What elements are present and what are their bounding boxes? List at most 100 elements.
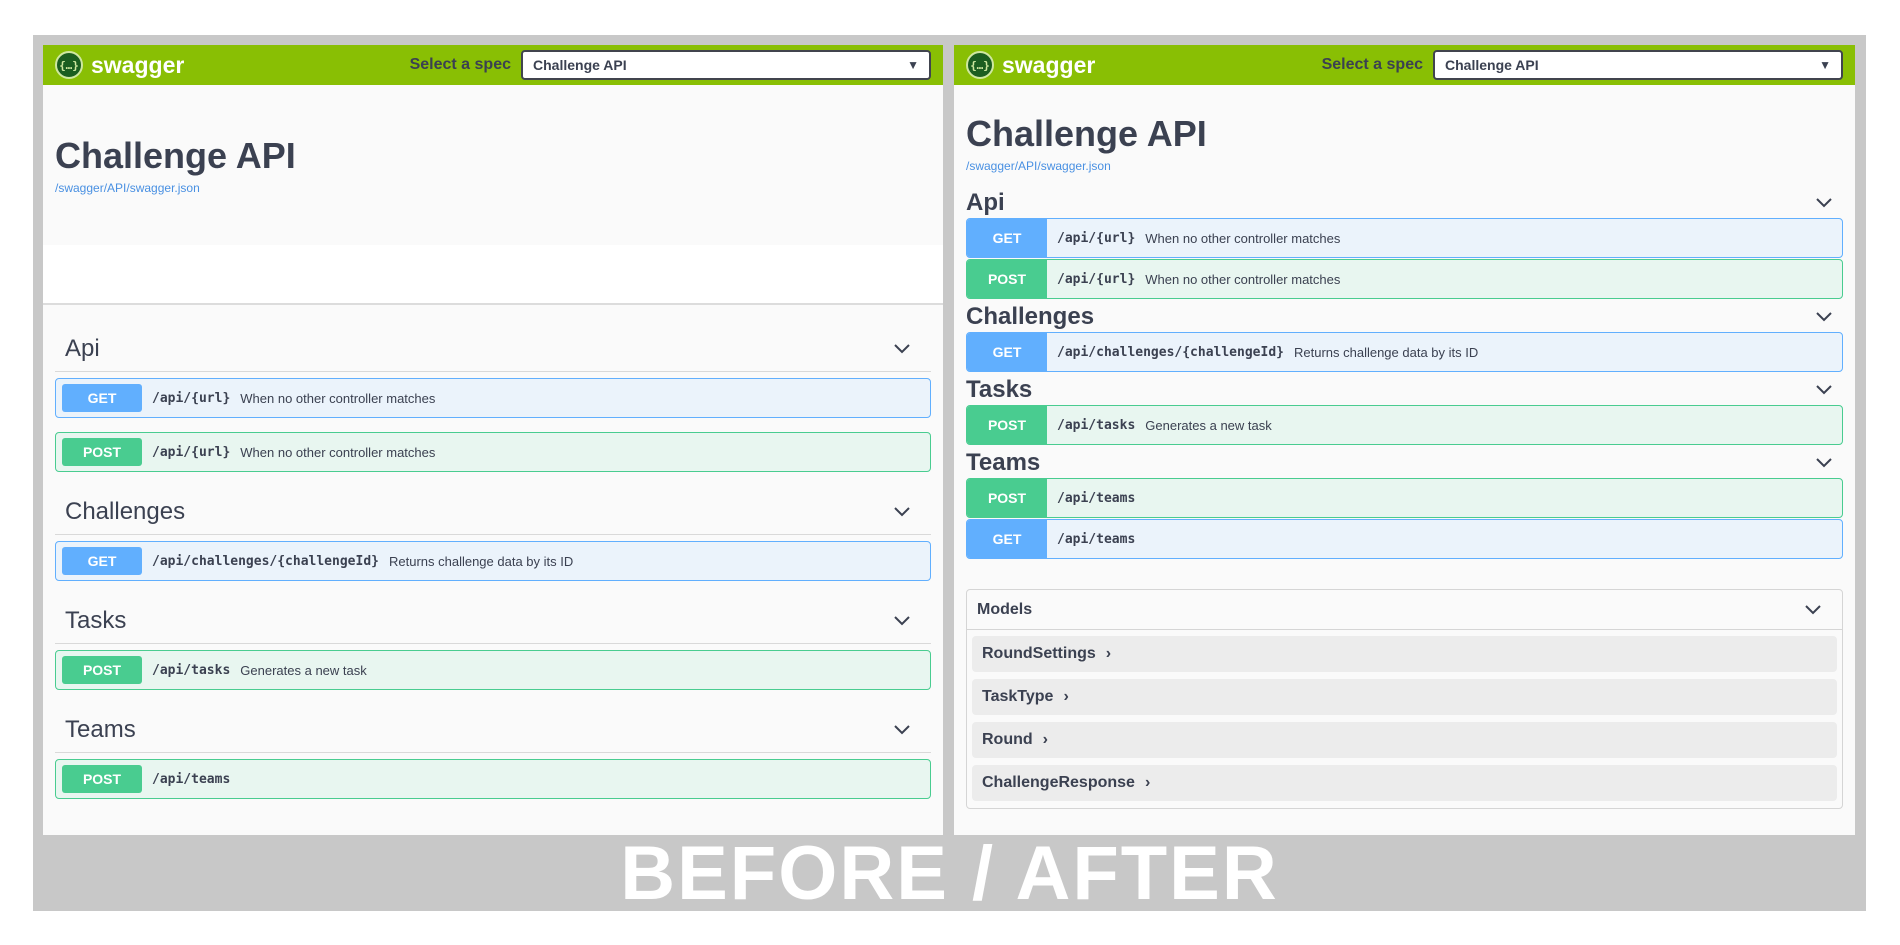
chevron-down-icon bbox=[1813, 192, 1835, 214]
chevron-down-icon bbox=[891, 719, 913, 741]
operation-row[interactable]: GET/api/teams bbox=[966, 519, 1843, 559]
operation-path: /api/{url} bbox=[152, 444, 231, 460]
tag-section-tasks[interactable]: Tasks bbox=[966, 372, 1843, 404]
chevron-right-icon: › bbox=[1105, 645, 1112, 662]
model-item[interactable]: Round › bbox=[972, 722, 1837, 758]
before-after-banner: BEFORE / AFTER bbox=[620, 830, 1279, 912]
operation-path: /api/tasks bbox=[1057, 417, 1136, 433]
chevron-down-icon bbox=[891, 501, 913, 523]
tag-section-challenges[interactable]: Challenges bbox=[966, 299, 1843, 331]
api-title: Challenge API bbox=[55, 135, 296, 176]
swagger-logo-icon: {…} bbox=[55, 51, 83, 79]
operation-row[interactable]: GET/api/challenges/{challengeId} Returns … bbox=[966, 332, 1843, 372]
chevron-down-icon bbox=[1813, 306, 1835, 328]
method-badge: GET bbox=[967, 219, 1047, 257]
spec-url-link[interactable]: /swagger/API/swagger.json bbox=[55, 181, 931, 195]
operation-path: /api/{url} bbox=[152, 390, 231, 406]
operation-row[interactable]: POST/api/teams bbox=[55, 759, 931, 799]
operation-row[interactable]: POST/api/teams bbox=[966, 478, 1843, 518]
operation-row[interactable]: POST/api/{url} When no other controller m… bbox=[966, 259, 1843, 299]
chevron-right-icon: › bbox=[1144, 774, 1151, 791]
api-title: Challenge API bbox=[966, 113, 1207, 154]
tag-section-api[interactable]: Api bbox=[966, 185, 1843, 217]
method-badge: GET bbox=[62, 547, 142, 575]
api-info: Challenge API /swagger/API/swagger.json bbox=[954, 85, 1855, 173]
operation-path: /api/tasks bbox=[152, 662, 231, 678]
comparison-frame: {…} swagger Select a spec Challenge API … bbox=[33, 35, 1866, 911]
model-item[interactable]: ChallengeResponse › bbox=[972, 765, 1837, 801]
models-section: Models RoundSettings › TaskType › Round › Chal… bbox=[966, 589, 1843, 809]
tag-name: Tasks bbox=[65, 607, 127, 634]
operation-summary: Returns challenge data by its ID bbox=[388, 553, 574, 569]
method-badge: GET bbox=[967, 333, 1047, 371]
swagger-logo[interactable]: {…} swagger bbox=[966, 51, 1095, 79]
method-badge: GET bbox=[62, 384, 142, 412]
chevron-down-icon bbox=[1813, 379, 1835, 401]
spec-select[interactable]: Challenge API ▼ bbox=[521, 50, 931, 80]
operation-row[interactable]: POST/api/{url} When no other controller m… bbox=[55, 432, 931, 472]
operation-row[interactable]: GET/api/challenges/{challengeId} Returns … bbox=[55, 541, 931, 581]
operation-path: /api/teams bbox=[152, 771, 231, 787]
operation-path: /api/{url} bbox=[1057, 271, 1136, 287]
method-badge: POST bbox=[62, 656, 142, 684]
tag-name: Tasks bbox=[966, 376, 1033, 403]
operation-summary: When no other controller matches bbox=[1145, 230, 1341, 246]
spec-select[interactable]: Challenge API ▼ bbox=[1433, 50, 1843, 80]
chevron-down-icon bbox=[1802, 599, 1824, 621]
operation-row[interactable]: GET/api/{url} When no other controller ma… bbox=[55, 378, 931, 418]
models-list: RoundSettings › TaskType › Round › ChallengeRe… bbox=[967, 636, 1842, 801]
model-name: Round bbox=[982, 731, 1033, 748]
models-header[interactable]: Models bbox=[967, 590, 1842, 630]
tag-name: Api bbox=[65, 335, 100, 362]
operation-path: /api/{url} bbox=[1057, 230, 1136, 246]
chevron-down-icon bbox=[1813, 452, 1835, 474]
chevron-right-icon: › bbox=[1063, 688, 1069, 705]
model-name: RoundSettings bbox=[982, 645, 1096, 662]
operation-summary: Generates a new task bbox=[240, 662, 367, 678]
operation-row[interactable]: POST/api/tasks Generates a new task bbox=[55, 650, 931, 690]
tag-name: Challenges bbox=[65, 498, 186, 525]
operation-summary: When no other controller matches bbox=[1145, 271, 1341, 287]
topbar: {…} swagger Select a spec Challenge API … bbox=[43, 45, 943, 85]
method-badge: POST bbox=[967, 260, 1047, 298]
operation-path: /api/challenges/{challengeId} bbox=[152, 553, 379, 569]
tag-name: Challenges bbox=[966, 303, 1095, 330]
method-badge: GET bbox=[967, 520, 1047, 558]
operation-summary: When no other controller matches bbox=[240, 390, 436, 406]
operation-summary: Generates a new task bbox=[1145, 417, 1272, 433]
operation-row[interactable]: GET/api/{url} When no other controller ma… bbox=[966, 218, 1843, 258]
spec-label: Select a spec bbox=[1321, 56, 1423, 73]
operation-summary: Returns challenge data by its ID bbox=[1293, 344, 1479, 360]
model-name: ChallengeResponse bbox=[982, 774, 1135, 791]
chevron-down-icon: ▼ bbox=[907, 58, 919, 72]
operation-path: /api/teams bbox=[1057, 531, 1136, 547]
method-badge: POST bbox=[967, 479, 1047, 517]
tag-section-challenges[interactable]: Challenges bbox=[55, 486, 931, 535]
spec-selector: Select a spec Challenge API ▼ bbox=[1322, 50, 1843, 80]
tag-section-tasks[interactable]: Tasks bbox=[55, 595, 931, 644]
spec-url-link[interactable]: /swagger/API/swagger.json bbox=[966, 159, 1843, 173]
brand-name: swagger bbox=[91, 51, 185, 78]
tag-name: Teams bbox=[65, 716, 136, 743]
chevron-down-icon bbox=[891, 610, 913, 632]
models-title: Models bbox=[977, 600, 1033, 618]
chevron-right-icon: › bbox=[1042, 731, 1048, 748]
tag-name: Api bbox=[966, 189, 1005, 216]
before-panel: {…} swagger Select a spec Challenge API … bbox=[43, 45, 943, 835]
tag-section-api[interactable]: Api bbox=[55, 323, 931, 372]
tag-section-teams[interactable]: Teams bbox=[966, 445, 1843, 477]
tags-list: Api GET/api/{url} When no other controller… bbox=[43, 305, 943, 799]
method-badge: POST bbox=[62, 438, 142, 466]
api-info: Challenge API /swagger/API/swagger.json bbox=[43, 85, 943, 245]
tag-section-teams[interactable]: Teams bbox=[55, 704, 931, 753]
model-item[interactable]: TaskType › bbox=[972, 679, 1837, 715]
spec-label: Select a spec bbox=[409, 56, 511, 73]
chevron-down-icon bbox=[891, 338, 913, 360]
tag-name: Teams bbox=[966, 449, 1041, 476]
method-badge: POST bbox=[967, 406, 1047, 444]
chevron-down-icon: ▼ bbox=[1819, 58, 1831, 72]
swagger-logo-icon: {…} bbox=[966, 51, 994, 79]
operation-row[interactable]: POST/api/tasks Generates a new task bbox=[966, 405, 1843, 445]
swagger-logo[interactable]: {…} swagger bbox=[55, 51, 184, 79]
model-item[interactable]: RoundSettings › bbox=[972, 636, 1837, 672]
